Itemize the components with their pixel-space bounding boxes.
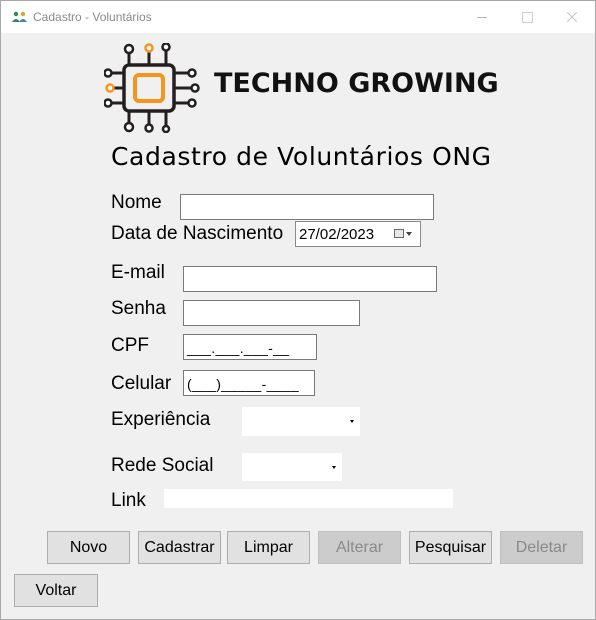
- cpf-input[interactable]: ___.___.___-__: [183, 334, 317, 360]
- voltar-button[interactable]: Voltar: [14, 574, 98, 607]
- rede-social-select[interactable]: [242, 453, 342, 481]
- nascimento-date-value: 27/02/2023: [299, 226, 375, 243]
- experiencia-select[interactable]: [242, 407, 360, 436]
- limpar-button[interactable]: Limpar: [227, 531, 310, 564]
- cpf-label: CPF: [111, 335, 149, 356]
- close-button[interactable]: [549, 1, 595, 33]
- window-title: Cadastro - Voluntários: [33, 10, 152, 24]
- maximize-icon: [521, 11, 533, 23]
- brand-logo: TECHNO GROWING: [104, 43, 504, 133]
- alterar-button[interactable]: Alterar: [318, 531, 401, 564]
- page-title: Cadastro de Voluntários ONG: [111, 142, 492, 171]
- brand-name: TECHNO GROWING: [214, 68, 499, 99]
- minimize-button[interactable]: [459, 1, 505, 33]
- pesquisar-button[interactable]: Pesquisar: [409, 531, 492, 564]
- nome-input[interactable]: [180, 194, 434, 220]
- email-label: E-mail: [111, 262, 165, 283]
- people-icon: [12, 11, 27, 22]
- chevron-down-icon[interactable]: [406, 232, 412, 236]
- nascimento-date-picker[interactable]: 27/02/2023: [295, 221, 421, 247]
- email-input[interactable]: [183, 266, 437, 292]
- rede-social-label: Rede Social: [111, 455, 214, 476]
- minimize-icon: [477, 16, 487, 18]
- link-label: Link: [111, 490, 146, 511]
- celular-input[interactable]: (___)_____-____: [183, 370, 315, 396]
- circuit-chip-icon: [104, 43, 200, 133]
- chevron-down-icon[interactable]: [343, 407, 360, 436]
- senha-label: Senha: [111, 298, 166, 319]
- app-window: Cadastro - Voluntários TECHNO GROWING Ca…: [0, 0, 596, 620]
- link-input[interactable]: [164, 489, 453, 508]
- senha-input[interactable]: [183, 300, 360, 326]
- deletar-button[interactable]: Deletar: [500, 531, 583, 564]
- close-icon: [567, 12, 577, 22]
- nascimento-label: Data de Nascimento: [111, 223, 284, 244]
- calendar-icon[interactable]: [394, 229, 404, 238]
- nome-label: Nome: [111, 192, 162, 213]
- celular-label: Celular: [111, 373, 172, 394]
- maximize-button[interactable]: [504, 1, 550, 33]
- cadastrar-button[interactable]: Cadastrar: [138, 531, 221, 564]
- chevron-down-icon[interactable]: [325, 453, 342, 481]
- title-bar[interactable]: Cadastro - Voluntários: [1, 1, 595, 33]
- experiencia-label: Experiência: [111, 409, 211, 430]
- novo-button[interactable]: Novo: [47, 531, 130, 564]
